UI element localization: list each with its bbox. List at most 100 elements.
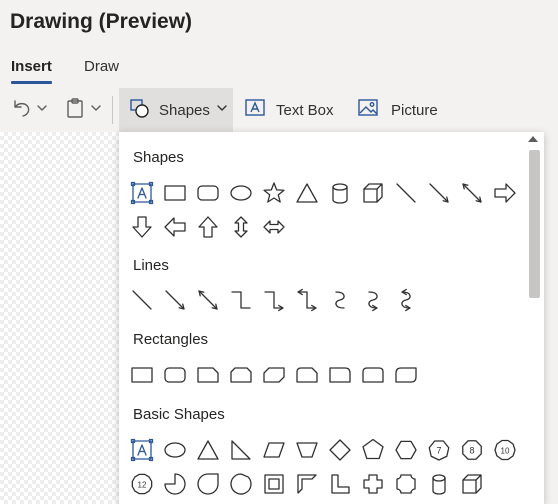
- shape-dodecagon[interactable]: 12: [125, 469, 158, 499]
- shape-rectangle[interactable]: [158, 178, 191, 208]
- section-title-shapes: Shapes: [133, 149, 184, 166]
- shape-rectangle[interactable]: [125, 360, 158, 390]
- shape-pie[interactable]: [158, 469, 191, 499]
- shape-plaque[interactable]: [389, 469, 422, 499]
- section-title-lines: Lines: [133, 257, 169, 274]
- undo-button[interactable]: [10, 88, 48, 132]
- shape-elbow-double-arrow-connector[interactable]: [290, 285, 323, 315]
- round-diagonal-icon: [394, 367, 417, 383]
- shape-star[interactable]: [257, 178, 290, 208]
- tab-insert[interactable]: Insert: [11, 58, 52, 84]
- shape-trapezoid[interactable]: [290, 435, 323, 465]
- right-triangle-icon: [230, 440, 251, 460]
- line-icon: [395, 183, 416, 203]
- shape-line[interactable]: [125, 285, 158, 315]
- tab-draw[interactable]: Draw: [84, 58, 119, 84]
- shape-round-diagonal[interactable]: [389, 360, 422, 390]
- shape-chord[interactable]: [224, 469, 257, 499]
- shape-elbow-connector[interactable]: [224, 285, 257, 315]
- shape-heptagon[interactable]: 7: [422, 435, 455, 465]
- page-title: Drawing (Preview): [10, 10, 193, 33]
- shape-snip-single-corner[interactable]: [191, 360, 224, 390]
- picture-button[interactable]: Picture: [357, 88, 438, 132]
- shape-textbox[interactable]: [125, 435, 158, 465]
- shape-octagon[interactable]: 8: [455, 435, 488, 465]
- drawing-canvas[interactable]: [0, 132, 120, 504]
- picture-icon: [357, 98, 379, 123]
- shape-teardrop[interactable]: [191, 469, 224, 499]
- chevron-down-icon: [216, 101, 228, 119]
- shape-line[interactable]: [389, 178, 422, 208]
- scroll-up-arrow-icon[interactable]: [528, 136, 538, 142]
- toolbar-divider: [112, 96, 113, 124]
- shape-triangle[interactable]: [191, 435, 224, 465]
- shape-cube[interactable]: [455, 469, 488, 499]
- picture-label: Picture: [391, 101, 438, 119]
- shape-hexagon[interactable]: [389, 435, 422, 465]
- svg-text:12: 12: [137, 481, 146, 490]
- shape-decagon[interactable]: 10: [488, 435, 521, 465]
- shape-curved-arrow-connector[interactable]: [356, 285, 389, 315]
- shape-elbow-arrow-connector[interactable]: [257, 285, 290, 315]
- shape-half-frame[interactable]: [290, 469, 323, 499]
- pentagon-icon: [361, 438, 384, 460]
- snip-diagonal-icon: [262, 367, 285, 383]
- shape-right-triangle[interactable]: [224, 435, 257, 465]
- shape-diamond[interactable]: [323, 435, 356, 465]
- shape-curved-connector[interactable]: [323, 285, 356, 315]
- shape-up-down-arrow[interactable]: [224, 212, 257, 242]
- shape-left-arrow[interactable]: [158, 212, 191, 242]
- oval-icon: [229, 185, 252, 201]
- trapezoid-icon: [295, 442, 318, 458]
- gallery-scrollbar[interactable]: [525, 132, 544, 504]
- shape-snip-diagonal[interactable]: [257, 360, 290, 390]
- text-box-button[interactable]: Text Box: [244, 88, 334, 132]
- shape-triangle[interactable]: [290, 178, 323, 208]
- shape-frame[interactable]: [257, 469, 290, 499]
- shape-arrow-line[interactable]: [422, 178, 455, 208]
- paste-button[interactable]: [64, 88, 102, 132]
- shape-l-shape[interactable]: [323, 469, 356, 499]
- rounded-rectangle-icon: [163, 367, 186, 383]
- ribbon-tabs: Insert Draw: [0, 58, 558, 84]
- up-down-arrow-icon: [233, 216, 248, 238]
- shape-rounded-rectangle[interactable]: [191, 178, 224, 208]
- shape-down-arrow[interactable]: [125, 212, 158, 242]
- shape-plus[interactable]: [356, 469, 389, 499]
- shape-snip-same-side[interactable]: [224, 360, 257, 390]
- shape-parallelogram[interactable]: [257, 435, 290, 465]
- basic-shapes-row: 12: [125, 469, 488, 499]
- shape-can[interactable]: [422, 469, 455, 499]
- shape-snip-round-single[interactable]: [290, 360, 323, 390]
- cube-icon: [461, 474, 482, 494]
- shape-rounded-rectangle[interactable]: [158, 360, 191, 390]
- shape-double-arrow[interactable]: [191, 285, 224, 315]
- parallelogram-icon: [262, 442, 285, 458]
- rectangle-icon: [130, 367, 153, 383]
- shapes-label: Shapes: [159, 101, 210, 119]
- dodecagon-icon: 12: [131, 473, 152, 495]
- svg-text:8: 8: [469, 446, 474, 456]
- shape-double-arrow-line[interactable]: [455, 178, 488, 208]
- arrow-line-icon: [428, 183, 449, 203]
- shapes-button[interactable]: Shapes: [119, 88, 233, 132]
- star-icon: [262, 182, 285, 203]
- oval-icon: [163, 442, 186, 458]
- shape-oval[interactable]: [224, 178, 257, 208]
- chord-icon: [229, 473, 252, 495]
- scrollbar-thumb[interactable]: [529, 150, 540, 298]
- elbow-double-arrow-connector-icon: [296, 288, 317, 312]
- shape-cube[interactable]: [356, 178, 389, 208]
- rounded-rectangle-icon: [196, 185, 219, 201]
- shape-left-right-arrow[interactable]: [257, 212, 290, 242]
- shape-arrow[interactable]: [158, 285, 191, 315]
- shape-round-same-side[interactable]: [356, 360, 389, 390]
- shape-cylinder[interactable]: [323, 178, 356, 208]
- shape-curved-double-arrow-connector[interactable]: [389, 285, 422, 315]
- shape-textbox[interactable]: [125, 178, 158, 208]
- shape-pentagon[interactable]: [356, 435, 389, 465]
- shape-right-arrow[interactable]: [488, 178, 521, 208]
- shape-up-arrow[interactable]: [191, 212, 224, 242]
- shape-oval[interactable]: [158, 435, 191, 465]
- shape-round-single-corner[interactable]: [323, 360, 356, 390]
